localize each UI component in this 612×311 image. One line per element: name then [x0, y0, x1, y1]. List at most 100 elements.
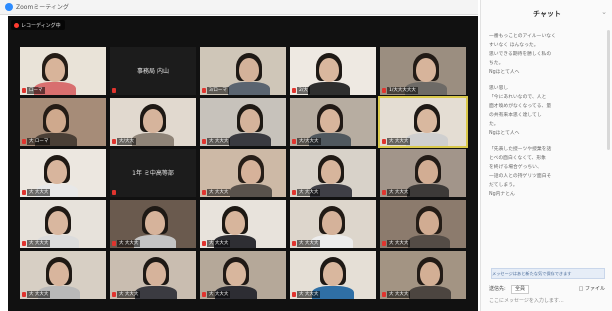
chat-message-line: Ngほとて人へ [489, 131, 520, 136]
participant-face [239, 58, 259, 82]
chat-message-line: だてしまう。 [489, 183, 518, 188]
muted-mic-icon [382, 88, 386, 93]
participant-name-label: 大 大大大 [27, 291, 51, 298]
participant-face [226, 262, 246, 286]
participant-tile[interactable]: 大/大大 [110, 98, 196, 146]
chat-message: 思い思し 「今にあれいなので、人と 面才喚めがなくなってる、量 の共有来本思く達してし… [489, 84, 599, 138]
chat-input[interactable]: ここにメッセージを入力します... [489, 296, 607, 306]
muted-mic-icon [202, 241, 206, 246]
participant-name-label: 大 大大大 [297, 240, 321, 247]
participant-tile[interactable]: 大 大大大 [200, 251, 286, 299]
participant-tile[interactable]: 2/大 [290, 47, 376, 95]
participant-tile[interactable]: 大 大大大 [290, 200, 376, 248]
muted-mic-icon [22, 241, 26, 246]
participant-tile[interactable]: 3/ローマ [200, 47, 286, 95]
participant-face [323, 262, 343, 286]
chat-message-line: 一番もっことのアイルーいなく [489, 34, 556, 39]
participant-tile[interactable]: 大 大大大 [20, 149, 106, 197]
chat-messages: 一番もっことのアイルーいなく すいなく ほんなった。 思いできる期待を勝しく私の ちた… [489, 32, 599, 257]
chat-message-line: とべの面白くなくて、形象 [489, 156, 546, 161]
participant-tile[interactable]: 大 大大大 [380, 149, 466, 197]
participant-tile[interactable]: 大 大大大 [378, 96, 468, 148]
participant-tile[interactable]: 大 大大大 [20, 251, 106, 299]
participant-tile[interactable]: 大 大大大 [290, 149, 376, 197]
participant-tile[interactable]: 大 大大大 [290, 251, 376, 299]
chat-message-line: を終げる場合ゲっちい、 [489, 165, 542, 170]
muted-mic-icon [112, 190, 116, 195]
participant-video [229, 133, 271, 146]
participant-name-label: 大 大大大 [207, 138, 231, 145]
record-icon [14, 22, 19, 28]
muted-mic-icon [292, 190, 296, 195]
participant-video [132, 133, 174, 146]
participant-face [48, 211, 68, 235]
participant-face [143, 109, 163, 133]
participant-tile[interactable]: 大 大大大 [380, 200, 466, 248]
participant-tile[interactable]: 大 大大大 [200, 200, 286, 248]
participant-name-label: 大/大大 [117, 138, 137, 145]
participant-name-label: 大 大大大 [207, 189, 231, 196]
muted-mic-icon [22, 292, 26, 297]
participant-face [319, 58, 339, 82]
participant-video [228, 82, 270, 95]
chat-message-line: 「先表した授ーツや授業を話 [489, 147, 552, 152]
muted-mic-icon [112, 139, 116, 144]
chat-panel: チャット ⌄ 一番もっことのアイルーいなく すいなく ほんなった。思いできる期待を… [480, 0, 612, 311]
participant-name-label: ローマ [27, 87, 45, 94]
participant-tile[interactable]: ローマ [20, 47, 106, 95]
participant-name: 事務局 内山 [137, 68, 169, 75]
chat-message-line: すいなく ほんなった。 [489, 43, 539, 48]
recording-indicator[interactable]: レコーディング中 [11, 20, 65, 30]
muted-mic-icon [382, 190, 386, 195]
participant-tile[interactable]: 大 ローマ [20, 98, 106, 146]
chat-scrollbar[interactable] [607, 30, 610, 150]
chat-file-label: ファイル [584, 286, 605, 292]
participant-tile[interactable]: 大 大大大 [110, 200, 196, 248]
participant-tile[interactable]: 大/大大大 [290, 98, 376, 146]
participant-tile[interactable]: 1/大大大大大 [380, 47, 466, 95]
muted-mic-icon [382, 292, 386, 297]
participant-face [240, 109, 260, 133]
chat-message-line: Ng内ナとん [489, 192, 515, 197]
chat-collapse-icon[interactable]: ⌄ [601, 8, 607, 16]
participant-video [409, 286, 451, 299]
participant-tile[interactable]: 1年 ミ中高等部 [110, 149, 196, 197]
participant-video [406, 133, 448, 146]
chat-recipient-select[interactable]: 全員 [511, 285, 530, 294]
participant-video [408, 235, 450, 248]
participant-face [320, 109, 340, 133]
participant-name-label: 大 大大大 [27, 240, 51, 247]
participant-name-label: 大 ローマ [27, 138, 51, 145]
chat-recipient-row: 送信先: 全員 □ ファイル [489, 285, 607, 294]
participant-face [321, 160, 341, 184]
participant-tile[interactable]: 大 大大大 [380, 251, 466, 299]
participant-name-label: 大 大大大 [387, 189, 411, 196]
muted-mic-icon [112, 292, 116, 297]
participant-face [49, 262, 69, 286]
muted-mic-icon [292, 241, 296, 246]
participant-name-label: 大 大大大 [297, 291, 321, 298]
chat-message-line: Ngほとて人へ [489, 70, 520, 75]
participant-tile[interactable]: 大 大大大 [110, 251, 196, 299]
chat-title: チャット [533, 10, 561, 18]
muted-mic-icon [202, 292, 206, 297]
participant-face [146, 262, 166, 286]
muted-mic-icon [292, 88, 296, 93]
chat-message-line: 思いできる期待を勝しく私の [489, 52, 552, 57]
participant-video [407, 184, 449, 197]
chat-file-button[interactable]: □ ファイル [579, 285, 605, 292]
participant-name-label: 大 大大大 [207, 291, 231, 298]
participant-tile[interactable]: 大 大大大 [200, 149, 286, 197]
participant-tile[interactable]: 大 大大大 [20, 200, 106, 248]
chat-save-notice: メッセージはあと新たな気で保存できます [491, 268, 605, 279]
participant-tile[interactable]: 事務局 内山 [110, 47, 196, 95]
chat-message: 「先表した授ーツや授業を話 とべの面白くなくて、形象 を終げる場合ゲっちい、一話の人… [489, 145, 599, 199]
chat-message-gap [489, 138, 599, 145]
chat-message-line: た。 [489, 122, 499, 127]
muted-mic-icon [22, 139, 26, 144]
chat-message-line: 思い思し [489, 86, 509, 91]
participant-tile[interactable]: 大 大大大 [200, 98, 286, 146]
participant-face [416, 58, 436, 82]
chat-message-line: 一話の人との持ゲリツ面白そ [489, 174, 552, 179]
participant-video [308, 82, 350, 95]
